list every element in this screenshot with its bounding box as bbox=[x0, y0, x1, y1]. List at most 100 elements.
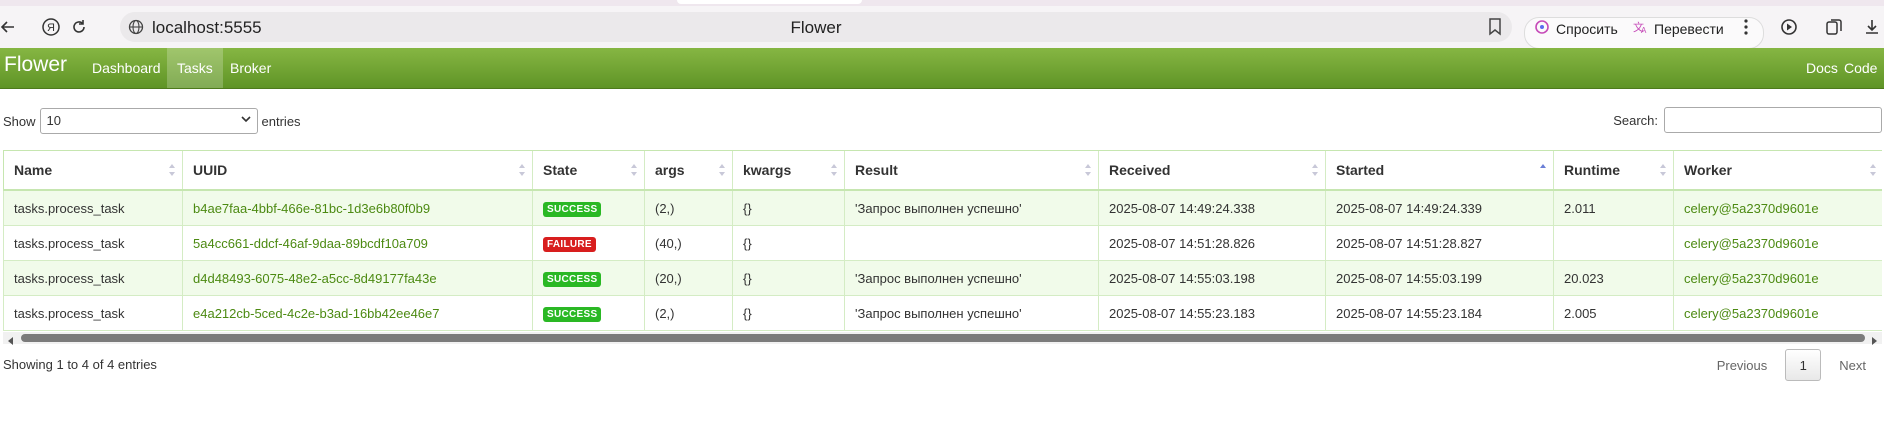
cell-started: 2025-08-07 14:55:23.184 bbox=[1325, 295, 1554, 331]
cell-runtime: 20.023 bbox=[1553, 260, 1674, 296]
cell-runtime-text: 2.011 bbox=[1564, 200, 1596, 216]
active-browser-tab[interactable] bbox=[677, 0, 862, 4]
media-icon[interactable] bbox=[1776, 14, 1804, 40]
task-uuid-link[interactable]: d4d48493-6075-48e2-a5cc-8d49177fa43e bbox=[193, 271, 437, 286]
page-1-button[interactable]: 1 bbox=[1785, 349, 1822, 381]
back-icon[interactable] bbox=[0, 14, 22, 40]
browser-toolbar: Я localhost:5555 Flower Спросить 文A Пере… bbox=[0, 6, 1884, 49]
entries-select[interactable]: 10 bbox=[39, 108, 258, 134]
search-input[interactable] bbox=[1664, 107, 1882, 133]
cell-runtime: 2.011 bbox=[1553, 190, 1674, 226]
column-header-runtime[interactable]: Runtime bbox=[1553, 150, 1674, 191]
column-header-name[interactable]: Name bbox=[3, 150, 183, 191]
reload-icon[interactable] bbox=[65, 14, 93, 40]
pagination: Previous 1 Next bbox=[1717, 349, 1866, 381]
sort-both-icon bbox=[1085, 164, 1091, 176]
status-badge: SUCCESS bbox=[543, 306, 602, 322]
search-label: Search: bbox=[1613, 112, 1658, 128]
cell-name: tasks.process_task bbox=[3, 190, 183, 226]
cell-started: 2025-08-07 14:55:03.199 bbox=[1325, 260, 1554, 296]
task-uuid-link[interactable]: b4ae7faa-4bbf-466e-81bc-1d3e6b80f0b9 bbox=[193, 201, 430, 216]
status-badge: FAILURE bbox=[543, 236, 596, 252]
worker-link[interactable]: celery@5a2370d9601e bbox=[1684, 201, 1819, 216]
cell-kwargs-text: {} bbox=[743, 305, 752, 321]
table-row: tasks.process_task e4a212cb-5ced-4c2e-b3a… bbox=[3, 295, 1882, 331]
column-header-label: Runtime bbox=[1564, 162, 1620, 178]
scroll-left-icon[interactable] bbox=[7, 333, 15, 351]
cell-started-text: 2025-08-07 14:55:03.199 bbox=[1336, 270, 1483, 286]
worker-link[interactable]: celery@5a2370d9601e bbox=[1684, 306, 1819, 321]
more-icon[interactable] bbox=[1732, 14, 1760, 40]
cell-kwargs-text: {} bbox=[743, 270, 752, 286]
column-header-kwargs[interactable]: kwargs bbox=[732, 150, 845, 191]
cell-result: 'Запрос выполнен успешно' bbox=[844, 295, 1099, 331]
cell-started-text: 2025-08-07 14:49:24.339 bbox=[1336, 200, 1483, 216]
nav-code[interactable]: Code bbox=[1834, 48, 1884, 88]
search-control: Search: bbox=[1613, 107, 1882, 133]
entries-label: entries bbox=[261, 113, 301, 129]
worker-link[interactable]: celery@5a2370d9601e bbox=[1684, 271, 1819, 286]
cell-state: SUCCESS bbox=[532, 190, 645, 226]
bookmark-icon[interactable] bbox=[1488, 18, 1502, 41]
cell-uuid: 5a4cc661-ddcf-46af-9daa-89bcdf10a709 bbox=[182, 225, 533, 261]
nav-tasks[interactable]: Tasks bbox=[167, 48, 223, 88]
column-header-result[interactable]: Result bbox=[844, 150, 1099, 191]
ask-icon bbox=[1534, 19, 1550, 38]
cell-args-text: (20,) bbox=[655, 270, 682, 286]
page-title: Flower bbox=[790, 18, 842, 37]
cell-name: tasks.process_task bbox=[3, 225, 183, 261]
cell-kwargs: {} bbox=[732, 190, 845, 226]
cell-runtime-text: 2.005 bbox=[1564, 305, 1597, 321]
tasks-table: Name UUID State args kwargs Result Received Sta… bbox=[3, 150, 1882, 331]
address-bar[interactable]: localhost:5555 Flower bbox=[120, 12, 1512, 42]
cell-started-text: 2025-08-07 14:55:23.184 bbox=[1336, 305, 1483, 321]
svg-text:Я: Я bbox=[47, 22, 55, 34]
table-header-row: Name UUID State args kwargs Result Received Sta… bbox=[3, 150, 1882, 191]
navbar: Flower Dashboard Tasks Broker Docs Code bbox=[0, 48, 1884, 89]
cell-kwargs: {} bbox=[732, 225, 845, 261]
brand-logo[interactable]: Flower bbox=[4, 53, 67, 77]
column-header-received[interactable]: Received bbox=[1098, 150, 1326, 191]
svg-text:A: A bbox=[1641, 26, 1647, 35]
cell-args: (40,) bbox=[644, 225, 733, 261]
scroll-right-icon[interactable] bbox=[1870, 333, 1878, 351]
cell-args-text: (2,) bbox=[655, 200, 675, 216]
previous-button[interactable]: Previous bbox=[1717, 358, 1768, 373]
column-header-state[interactable]: State bbox=[532, 150, 645, 191]
cell-result: 'Запрос выполнен успешно' bbox=[844, 260, 1099, 296]
sort-both-icon bbox=[1869, 164, 1876, 176]
column-header-started[interactable]: Started bbox=[1325, 150, 1554, 191]
cell-kwargs-text: {} bbox=[743, 235, 752, 251]
sort-both-icon bbox=[1312, 164, 1318, 176]
translate-button[interactable]: 文A Перевести bbox=[1632, 19, 1724, 38]
task-uuid-link[interactable]: 5a4cc661-ddcf-46af-9daa-89bcdf10a709 bbox=[193, 236, 428, 251]
cell-name: tasks.process_task bbox=[3, 260, 183, 296]
nav-broker[interactable]: Broker bbox=[220, 48, 281, 88]
column-header-label: kwargs bbox=[743, 162, 792, 178]
ask-label: Спросить bbox=[1556, 20, 1618, 37]
column-header-label: State bbox=[543, 162, 578, 178]
next-button[interactable]: Next bbox=[1839, 358, 1866, 373]
horizontal-scrollbar[interactable] bbox=[3, 332, 1882, 345]
cell-args: (2,) bbox=[644, 190, 733, 226]
cell-runtime: 2.005 bbox=[1553, 295, 1674, 331]
cell-state: SUCCESS bbox=[532, 260, 645, 296]
cell-result-text: 'Запрос выполнен успешно' bbox=[855, 305, 1022, 321]
cell-started-text: 2025-08-07 14:51:28.827 bbox=[1336, 235, 1483, 251]
ask-button[interactable]: Спросить bbox=[1534, 19, 1618, 38]
scrollbar-thumb[interactable] bbox=[21, 334, 1865, 342]
column-header-uuid[interactable]: UUID bbox=[182, 150, 533, 191]
column-header-args[interactable]: args bbox=[644, 150, 733, 191]
table-row: tasks.process_task 5a4cc661-ddcf-46af-9da… bbox=[3, 225, 1882, 261]
nav-dashboard[interactable]: Dashboard bbox=[82, 48, 171, 88]
collections-icon[interactable] bbox=[1820, 14, 1848, 40]
column-header-label: Worker bbox=[1684, 162, 1732, 178]
worker-link[interactable]: celery@5a2370d9601e bbox=[1684, 236, 1819, 251]
sort-both-icon bbox=[719, 164, 725, 176]
cell-state: FAILURE bbox=[532, 225, 645, 261]
yandex-icon[interactable]: Я bbox=[37, 14, 65, 40]
column-header-worker[interactable]: Worker bbox=[1673, 150, 1882, 191]
column-header-label: Result bbox=[855, 162, 898, 178]
task-uuid-link[interactable]: e4a212cb-5ced-4c2e-b3ad-16bb42ee46e7 bbox=[193, 306, 440, 321]
download-icon[interactable] bbox=[1858, 14, 1884, 40]
